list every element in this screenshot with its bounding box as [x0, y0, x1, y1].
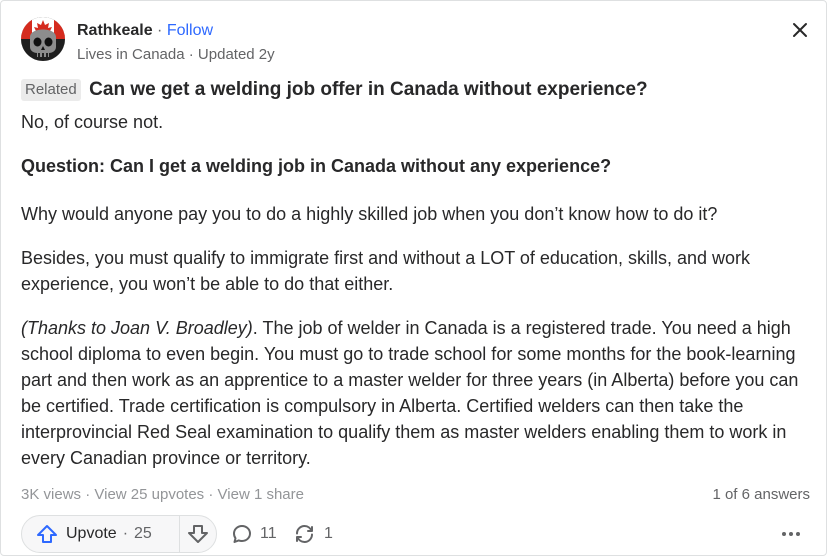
- answer-paragraph: Besides, you must qualify to immigrate f…: [21, 248, 750, 294]
- stats-separator: ·: [81, 486, 95, 503]
- meta-separator: ·: [188, 46, 194, 63]
- more-horizontal-icon: [782, 532, 800, 536]
- stats-separator: ·: [204, 486, 218, 503]
- upvote-arrow-icon: [37, 525, 57, 543]
- answer-paragraph-text: . The job of welder in Canada is a regis…: [21, 318, 799, 468]
- share-count: 1: [324, 525, 333, 542]
- downvote-arrow-icon: [188, 525, 208, 543]
- upvote-button[interactable]: Upvote · 25: [22, 516, 178, 552]
- comment-bubble-icon: [233, 525, 251, 543]
- answer-paragraph: No, of course not.: [21, 112, 164, 132]
- updated-timestamp[interactable]: Updated 2y: [198, 46, 275, 63]
- skull-canada-flag-avatar-icon: [21, 17, 65, 61]
- author-avatar[interactable]: [21, 17, 65, 61]
- author-name[interactable]: Rathkeale: [77, 22, 153, 39]
- upvote-count: 25: [134, 525, 152, 542]
- share-button[interactable]: 1: [293, 515, 333, 553]
- answer-position: 1 of 6 answers: [712, 486, 810, 503]
- downvote-button[interactable]: [180, 516, 216, 552]
- vote-group: Upvote · 25: [21, 515, 217, 553]
- answer-stats: 3K views · View 25 upvotes · View 1 shar…: [21, 485, 304, 505]
- answer-card: Rathkeale · Follow Lives in Canada · Upd…: [0, 0, 827, 556]
- close-icon: [793, 23, 807, 37]
- share-cycle-icon: [296, 524, 313, 544]
- close-button[interactable]: [789, 19, 811, 41]
- author-meta: Lives in Canada · Updated 2y: [77, 45, 275, 65]
- views-count: 3K views: [21, 486, 82, 503]
- view-shares-link[interactable]: View 1 share: [218, 486, 304, 503]
- answer-paragraph: Why would anyone pay you to do a highly …: [21, 204, 718, 224]
- related-question: Related Can we get a welding job offer i…: [21, 79, 648, 101]
- question-title[interactable]: Can we get a welding job offer in Canada…: [89, 79, 647, 100]
- related-badge: Related: [21, 79, 81, 101]
- upvote-label: Upvote: [66, 525, 117, 542]
- follow-button[interactable]: Follow: [167, 22, 213, 39]
- author-separator: ·: [157, 22, 163, 39]
- comment-button[interactable]: 11: [231, 515, 277, 553]
- author-credential[interactable]: Lives in Canada: [77, 46, 185, 63]
- view-upvotes-link[interactable]: View 25 upvotes: [94, 486, 204, 503]
- more-options-button[interactable]: [779, 523, 803, 545]
- author-line: Rathkeale · Follow: [77, 21, 213, 41]
- attribution-text: (Thanks to Joan V. Broadley): [21, 318, 253, 338]
- answer-header: Rathkeale · Follow Lives in Canada · Upd…: [21, 15, 811, 63]
- comment-count: 11: [260, 525, 277, 542]
- action-bar: Upvote · 25 11 1: [21, 515, 811, 553]
- upvote-separator: ·: [122, 525, 129, 542]
- answer-paragraph: (Thanks to Joan V. Broadley). The job of…: [21, 315, 816, 471]
- answer-question-quote: Question: Can I get a welding job in Can…: [21, 156, 612, 176]
